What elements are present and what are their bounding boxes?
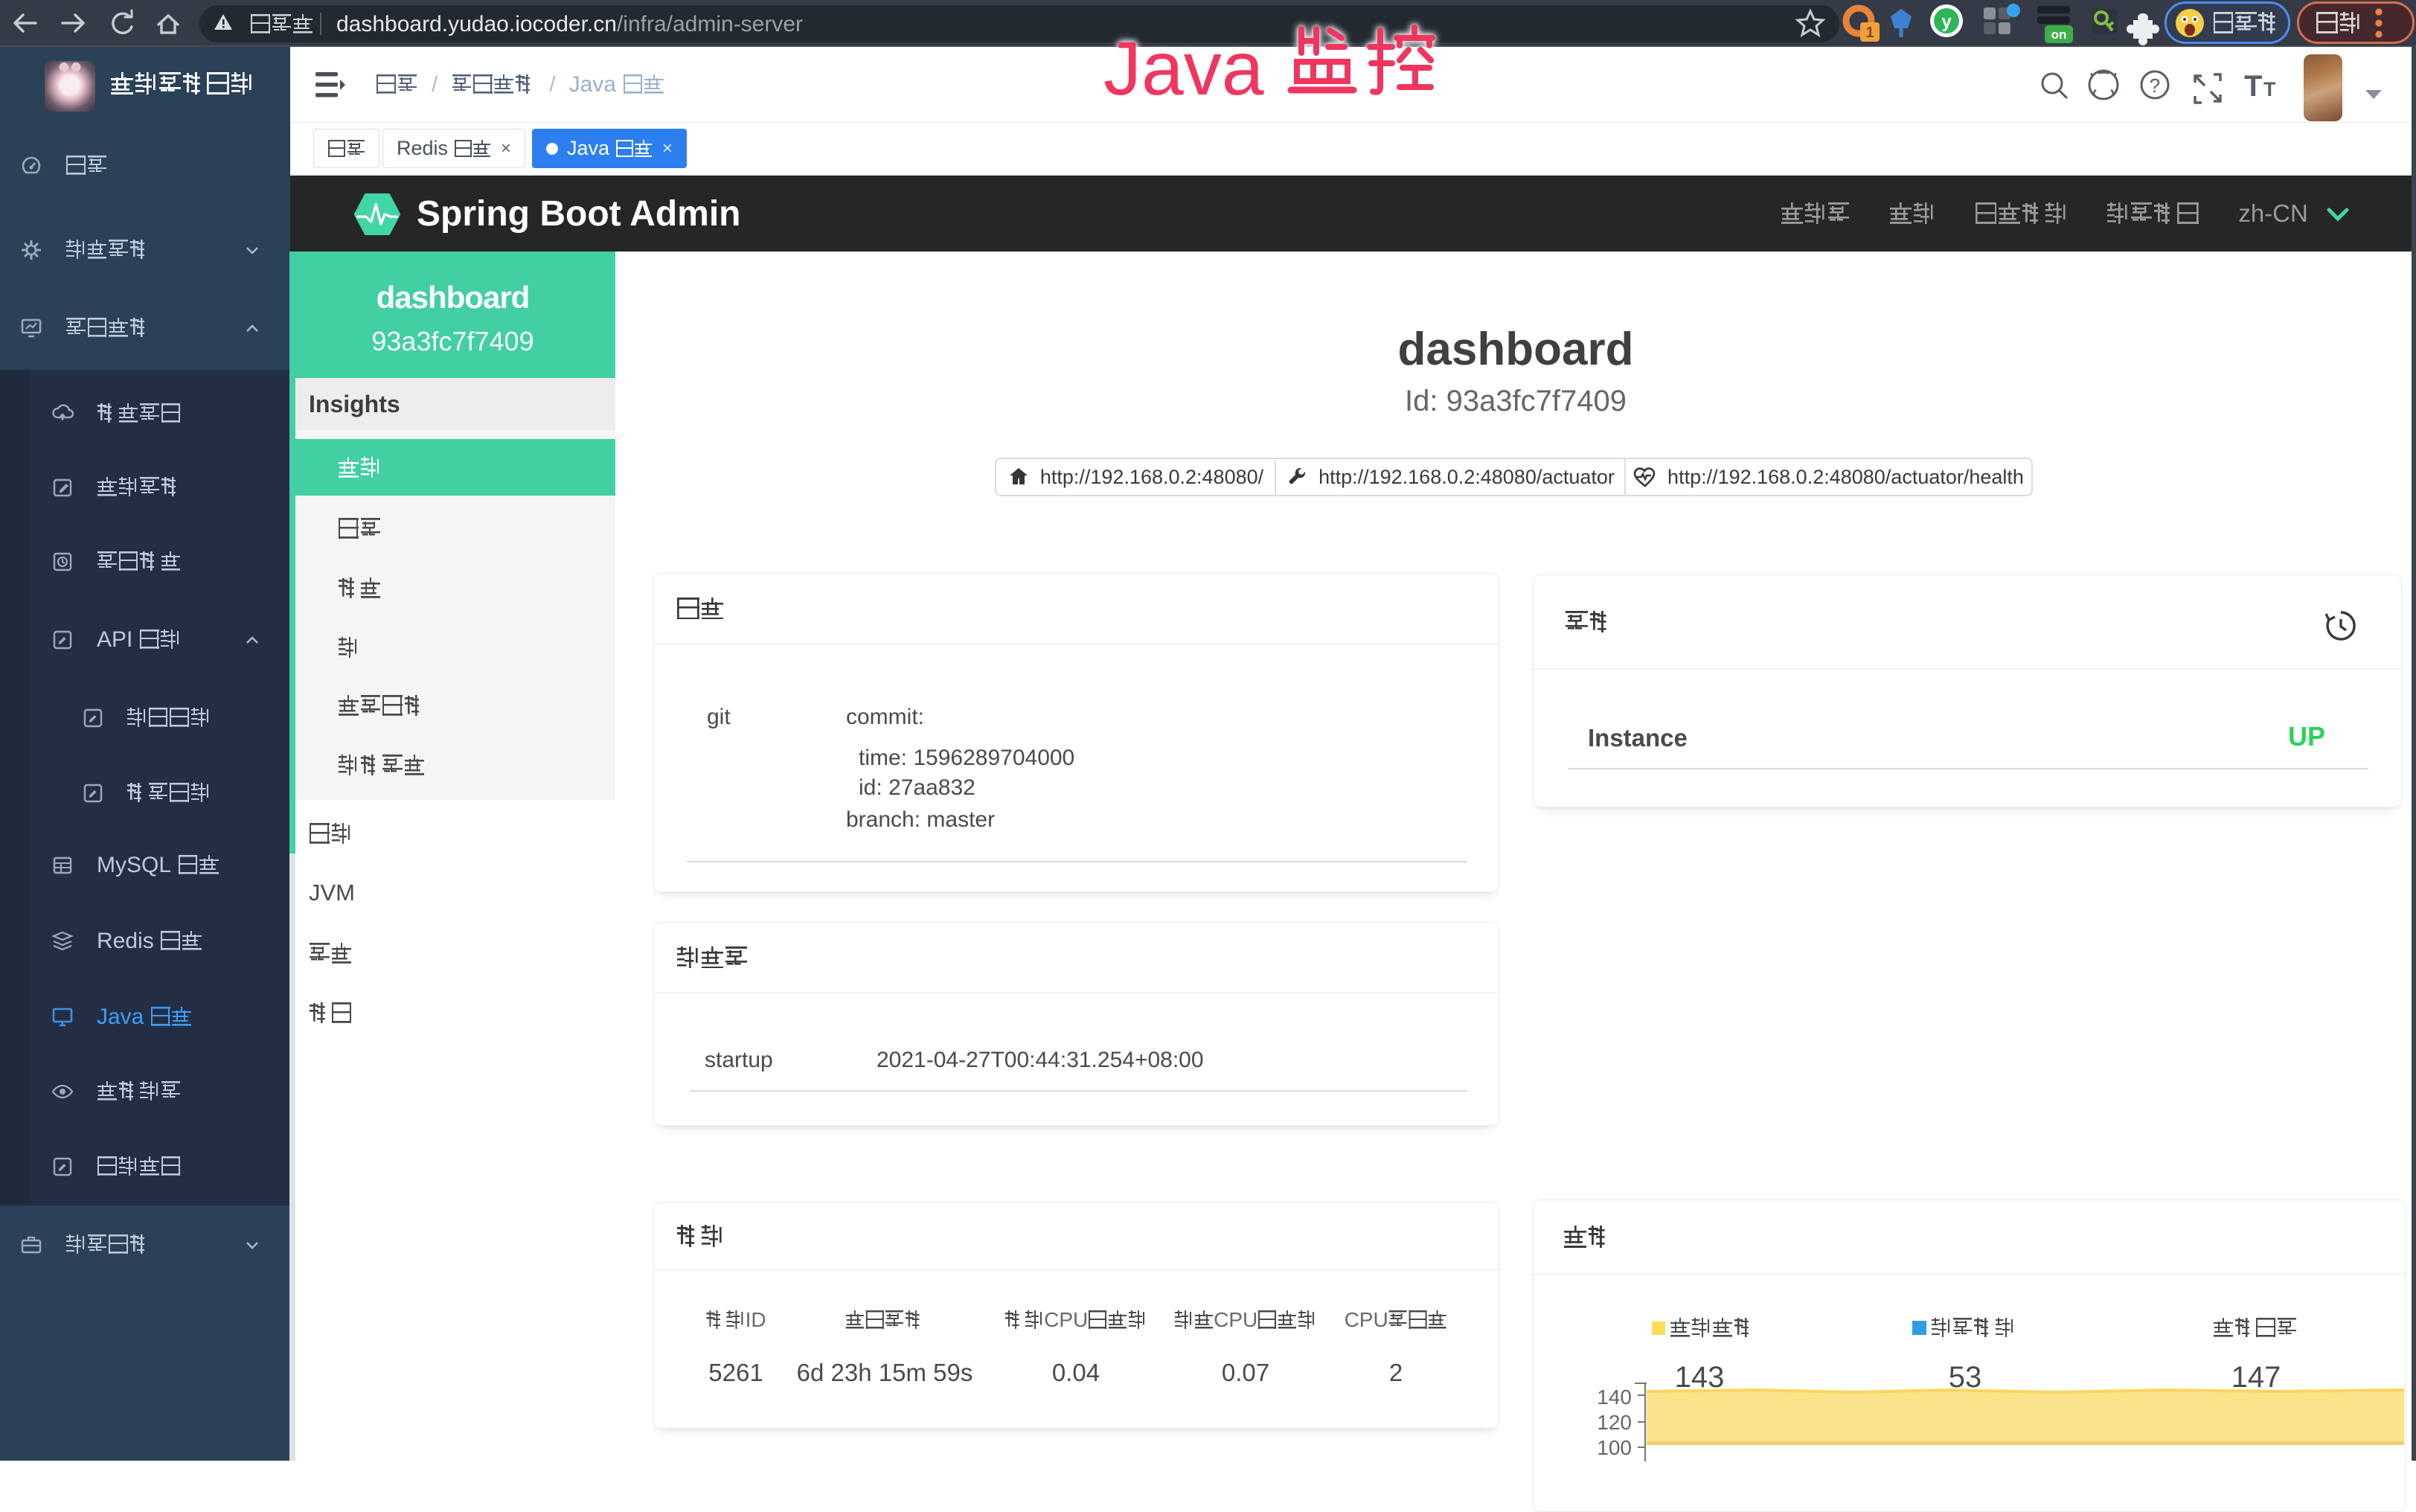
svg-text:140: 140: [1597, 1386, 1632, 1409]
svg-text:T: T: [2244, 70, 2262, 103]
svg-text:1: 1: [1865, 25, 1874, 41]
svg-text:T: T: [2263, 78, 2276, 100]
svg-text:120: 120: [1597, 1411, 1632, 1434]
svg-text:100: 100: [1597, 1436, 1632, 1459]
svg-text:y: y: [1941, 12, 1952, 32]
svg-text:on: on: [2051, 28, 2067, 42]
svg-text:?: ?: [2150, 74, 2160, 97]
